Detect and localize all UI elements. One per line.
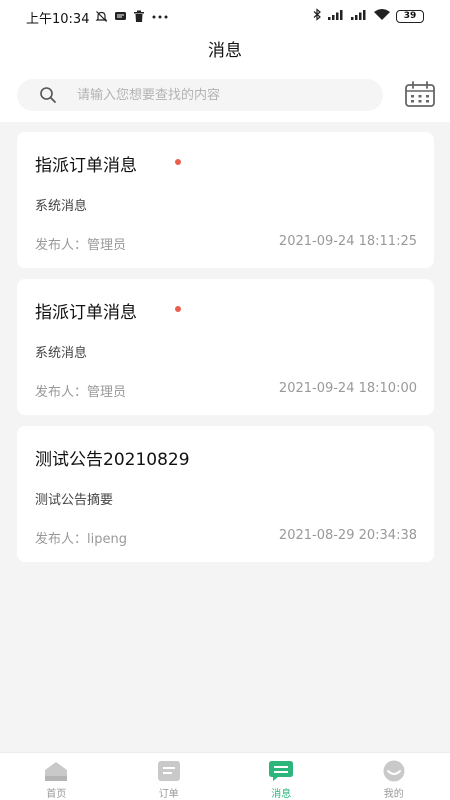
message-summary: 系统消息 [35, 199, 88, 214]
tab-label: 消息 [271, 789, 292, 800]
message-time: 2021-08-29 20:34:38 [278, 528, 417, 543]
wifi-icon [373, 8, 391, 24]
search-icon [39, 86, 57, 104]
tab-profile[interactable]: 我的 [338, 753, 450, 800]
battery-indicator: 39 [396, 9, 424, 23]
page-title: 消息 [208, 41, 242, 61]
tab-orders[interactable]: 订单 [113, 753, 226, 800]
tab-label: 我的 [383, 789, 404, 800]
mute-bell-icon [95, 10, 108, 26]
signal-1-icon [327, 8, 345, 24]
message-title: 指派订单消息 [35, 156, 137, 176]
profile-icon [381, 760, 407, 782]
calendar-button[interactable] [404, 80, 436, 108]
status-right: 39 [313, 8, 424, 24]
message-card[interactable]: 指派订单消息 系统消息 发布人：管理员 2021-09-24 18:11:25 [17, 132, 434, 268]
unread-dot [175, 159, 181, 165]
message-icon [268, 760, 294, 782]
message-summary: 测试公告摘要 [35, 493, 114, 508]
status-time: 上午10:34 [26, 12, 90, 27]
message-time: 2021-09-24 18:10:00 [278, 381, 417, 396]
status-bar: 上午10:34 39 [0, 0, 450, 32]
message-publisher: 发布人：管理员 [35, 385, 127, 400]
search-input[interactable] [77, 79, 367, 111]
message-list: 指派订单消息 系统消息 发布人：管理员 2021-09-24 18:11:25 … [17, 132, 434, 573]
message-publisher: 发布人：管理员 [35, 238, 127, 253]
tab-bar: 首页 订单 消息 我的 [0, 752, 450, 800]
message-time: 2021-09-24 18:11:25 [278, 234, 417, 249]
top-area: 上午10:34 39 消息 请输入您想要查找的内容 [0, 0, 450, 122]
message-publisher: 发布人：lipeng [35, 532, 127, 547]
trash-notification-icon [133, 10, 145, 26]
tab-home[interactable]: 首页 [0, 753, 113, 800]
message-summary: 系统消息 [35, 346, 88, 361]
home-icon [43, 760, 69, 782]
status-left: 上午10:34 [26, 8, 169, 27]
tab-label: 订单 [158, 789, 179, 800]
message-card[interactable]: 测试公告20210829 测试公告摘要 发布人：lipeng 2021-08-2… [17, 426, 434, 562]
tab-messages[interactable]: 消息 [225, 753, 338, 800]
tab-label: 首页 [46, 789, 67, 800]
message-card[interactable]: 指派订单消息 系统消息 发布人：管理员 2021-09-24 18:10:00 [17, 279, 434, 415]
signal-2-icon [350, 8, 368, 24]
bluetooth-icon [313, 8, 322, 24]
more-dots-icon [151, 10, 169, 26]
message-title: 测试公告20210829 [35, 450, 190, 470]
unread-dot [175, 306, 181, 312]
message-meta: 发布人：管理员 2021-09-24 18:11:25 [35, 234, 417, 253]
calendar-icon [404, 81, 436, 112]
search-box[interactable] [17, 79, 383, 111]
message-meta: 发布人：lipeng 2021-08-29 20:34:38 [35, 528, 417, 547]
message-title: 指派订单消息 [35, 303, 137, 323]
order-list-icon [156, 760, 182, 782]
message-meta: 发布人：管理员 2021-09-24 18:10:00 [35, 381, 417, 400]
chat-notification-icon [114, 10, 127, 26]
